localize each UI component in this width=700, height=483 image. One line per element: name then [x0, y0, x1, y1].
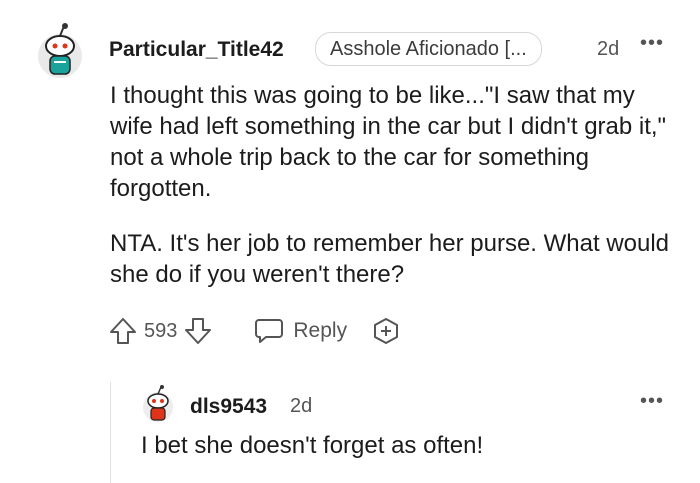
- comment-paragraph-1: I thought this was going to be like..."I…: [110, 82, 667, 202]
- reply-username[interactable]: dls9543: [190, 395, 267, 419]
- downvote-icon: [185, 318, 212, 344]
- more-options-icon[interactable]: •••: [640, 390, 664, 413]
- vote-count: 593: [144, 319, 178, 342]
- award-plus-icon: [374, 318, 399, 344]
- reply-text: I bet she doesn't forget as often!: [141, 432, 484, 459]
- reply-bubble-icon: [255, 319, 284, 343]
- user-flair-badge: Asshole Aficionado [...: [315, 32, 542, 66]
- comment-thread: Particular_Title42 Asshole Aficionado [.…: [0, 0, 700, 483]
- award-button[interactable]: [371, 316, 401, 346]
- thread-line[interactable]: [110, 382, 111, 483]
- reply-label: Reply: [293, 319, 348, 342]
- comment-paragraph-2: NTA. It's her job to remember her purse.…: [110, 230, 670, 288]
- comment-timestamp[interactable]: 2d: [597, 38, 619, 61]
- snoo-avatar-icon[interactable]: [141, 384, 175, 424]
- comment-username[interactable]: Particular_Title42: [109, 38, 284, 62]
- upvote-button[interactable]: [108, 316, 138, 346]
- snoo-avatar-icon[interactable]: [36, 22, 84, 82]
- comment-action-bar: 593 Reply: [108, 314, 401, 348]
- more-options-icon[interactable]: •••: [640, 32, 664, 55]
- downvote-button[interactable]: [183, 316, 213, 346]
- upvote-icon: [110, 318, 136, 344]
- reply-button[interactable]: Reply: [253, 316, 347, 346]
- reply-timestamp[interactable]: 2d: [290, 395, 312, 418]
